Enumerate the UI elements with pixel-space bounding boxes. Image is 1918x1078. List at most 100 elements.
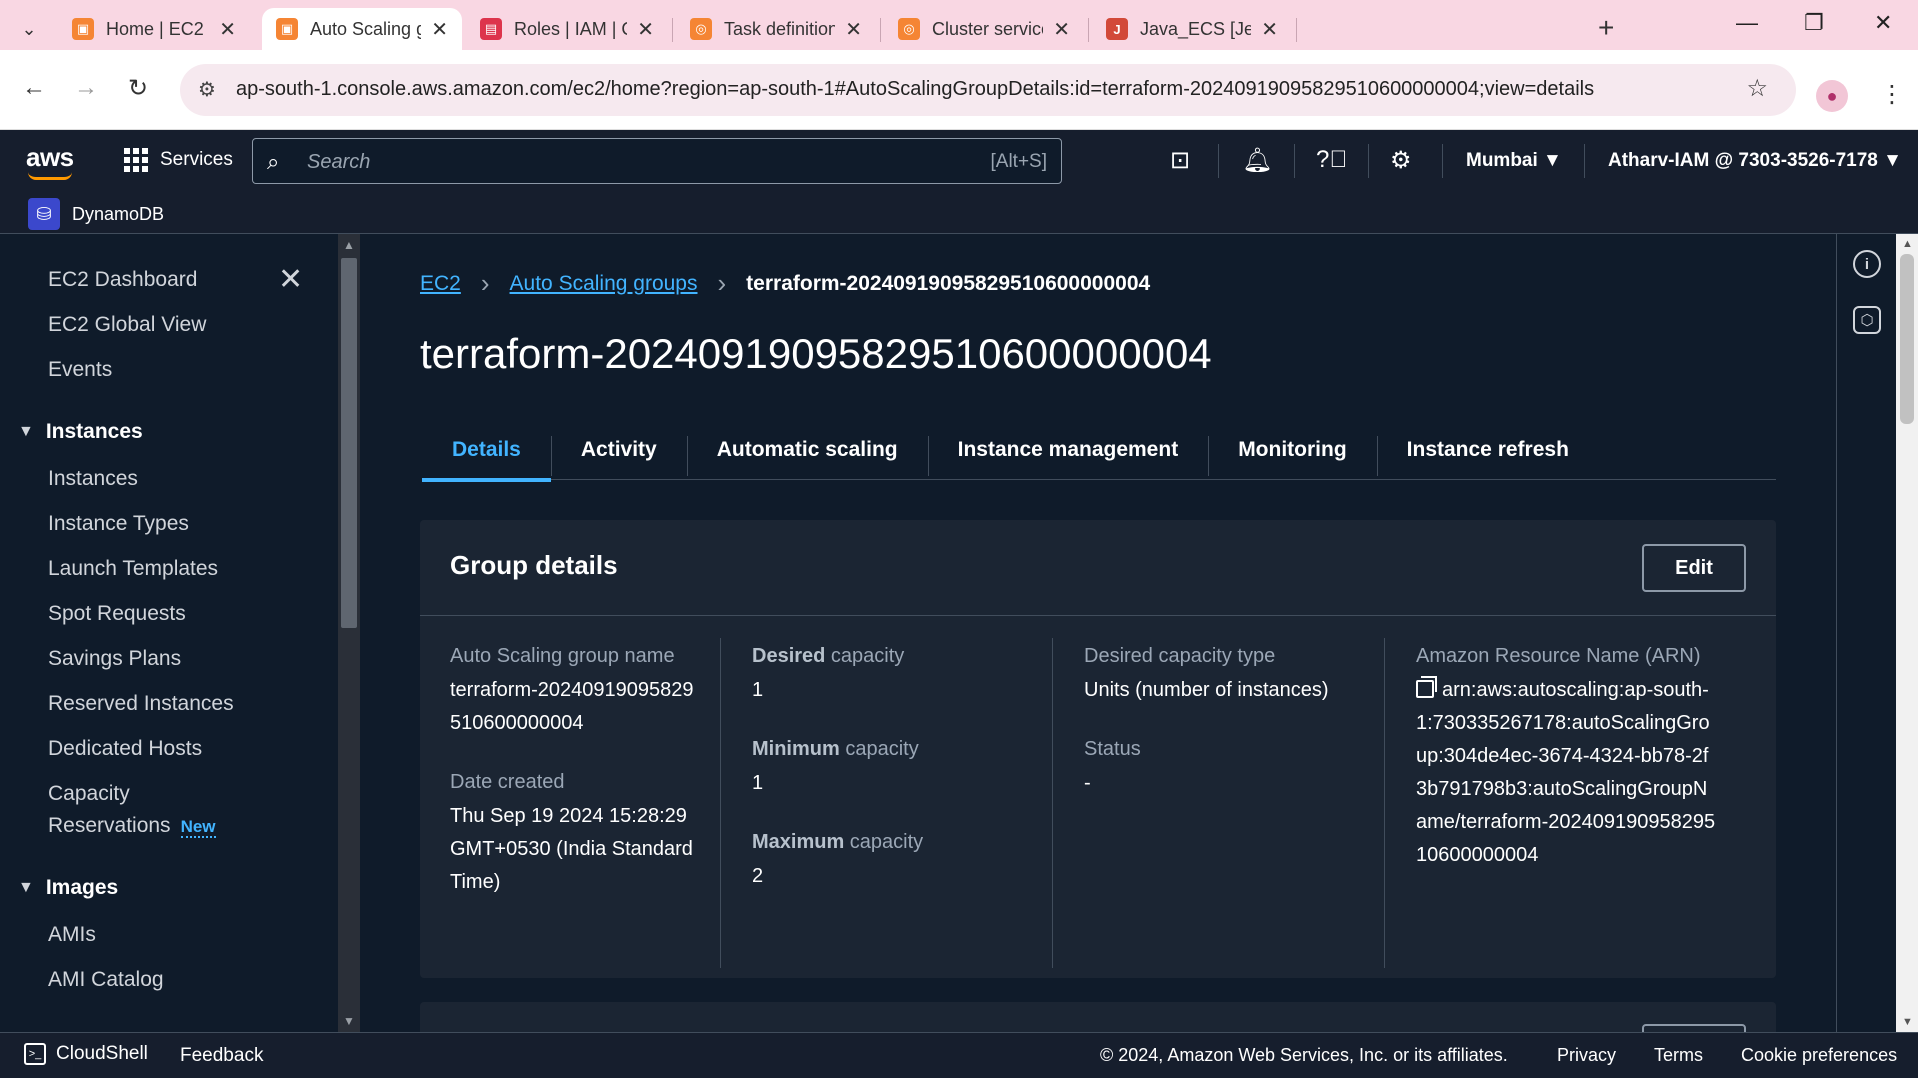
site-info-icon[interactable]: ⚙ [198, 77, 216, 102]
tab-automatic-scaling[interactable]: Automatic scaling [686, 420, 928, 480]
help-icon[interactable]: ?⃝ [1316, 146, 1347, 174]
nav-capacity-reservations[interactable]: Capacity Reservations New [48, 782, 216, 838]
browser-tab-bar: ⌄ ▣ Home | EC2 | ap-so ✕ ▣ Auto Scaling … [0, 0, 1918, 50]
scroll-up-icon[interactable]: ▲ [1902, 238, 1913, 250]
close-icon[interactable]: ✕ [1053, 17, 1070, 42]
settings-gear-icon[interactable]: ⚙ [1390, 146, 1412, 175]
tab-monitoring[interactable]: Monitoring [1208, 420, 1376, 480]
edit-button[interactable]: Edit [1642, 544, 1746, 592]
nav-spot-requests[interactable]: Spot Requests [48, 602, 186, 626]
privacy-link[interactable]: Privacy [1557, 1045, 1616, 1066]
search-icon: ⌕ [267, 149, 280, 174]
arn-text: arn:aws:autoscaling:ap-south-1:730335267… [1416, 679, 1716, 866]
chevron-right-icon: › [717, 268, 727, 298]
nav-reserved-instances[interactable]: Reserved Instances [48, 692, 234, 716]
search-shortcut: [Alt+S] [990, 151, 1048, 172]
nav-section-images[interactable]: ▼ Images [18, 876, 118, 900]
status-value: - [1084, 772, 1091, 794]
browser-tab-home-ec2[interactable]: ▣ Home | EC2 | ap-so ✕ [58, 8, 250, 50]
console-footer: >_ CloudShell Feedback © 2024, Amazon We… [0, 1032, 1918, 1078]
panel-button[interactable] [1642, 1024, 1746, 1032]
page-scrollbar[interactable]: ▲ ▼ [1896, 234, 1918, 1032]
breadcrumb-current: terraform-20240919095829510600000004 [746, 271, 1151, 295]
cookie-preferences-link[interactable]: Cookie preferences [1741, 1045, 1897, 1066]
browser-tab-jenkins[interactable]: J Java_ECS [Jenkins] ✕ [1092, 8, 1292, 50]
breadcrumb: EC2 › Auto Scaling groups › terraform-20… [420, 268, 1150, 299]
favorite-label: DynamoDB [72, 203, 165, 224]
nav-events[interactable]: Events [48, 358, 112, 382]
grid-icon [124, 148, 148, 172]
close-icon[interactable]: ✕ [637, 17, 654, 42]
browser-tab-task-definitions[interactable]: ◎ Task definitions | El ✕ [676, 8, 876, 50]
terms-link[interactable]: Terms [1654, 1045, 1703, 1066]
nav-instances[interactable]: Instances [48, 467, 138, 491]
new-tab-plus-icon[interactable]: + [1598, 12, 1614, 44]
tab-search-chevron-icon[interactable]: ⌄ [10, 10, 48, 48]
group-details-panel: Group details Edit Auto Scaling group na… [420, 520, 1776, 978]
close-nav-icon[interactable]: ✕ [278, 262, 303, 297]
address-bar[interactable]: ⚙ ap-south-1.console.aws.amazon.com/ec2/… [180, 64, 1796, 116]
nav-section-instances[interactable]: ▼ Instances [18, 420, 143, 444]
new-badge: New [180, 817, 216, 838]
tab-title: Home | EC2 | ap-so [106, 18, 209, 39]
close-icon[interactable]: ✕ [431, 17, 448, 42]
forward-arrow-icon[interactable]: → [74, 74, 98, 102]
scrollbar-thumb[interactable] [1900, 254, 1914, 424]
close-icon[interactable]: ✕ [219, 17, 236, 42]
tab-instance-management[interactable]: Instance management [927, 420, 1209, 480]
restore-icon[interactable]: ❐ [1804, 10, 1824, 36]
favorite-dynamodb[interactable]: ⛁ DynamoDB [28, 198, 164, 230]
feedback-link[interactable]: Feedback [180, 1045, 263, 1067]
scrollbar-thumb[interactable] [341, 258, 357, 628]
minimize-icon[interactable]: — [1736, 10, 1758, 36]
reload-icon[interactable]: ↻ [128, 74, 148, 103]
right-utility-rail: i ⬡ [1836, 234, 1896, 1032]
copy-icon[interactable] [1416, 676, 1437, 698]
field-label: Desired capacity [752, 645, 905, 667]
nav-launch-templates[interactable]: Launch Templates [48, 557, 218, 581]
aws-logo-text: aws [26, 142, 74, 172]
info-icon[interactable]: i [1853, 250, 1881, 278]
cloudshell-icon[interactable]: ⊡ [1170, 146, 1190, 175]
nav-ec2-dashboard[interactable]: EC2 Dashboard [48, 268, 197, 292]
nav-label-line2: Reservations [48, 814, 171, 837]
aws-logo[interactable]: aws [26, 142, 74, 180]
breadcrumb-ec2[interactable]: EC2 [420, 272, 461, 296]
profile-avatar-icon[interactable]: ● [1816, 80, 1848, 112]
sidenav-scrollbar[interactable]: ▲ ▼ [338, 234, 360, 1032]
close-icon[interactable]: ✕ [1261, 17, 1278, 42]
tab-instance-refresh[interactable]: Instance refresh [1376, 420, 1599, 480]
notifications-bell-icon[interactable]: 🔔︎ [1242, 146, 1272, 175]
ec2-icon: ▣ [276, 18, 298, 40]
browser-tab-roles-iam[interactable]: ▤ Roles | IAM | Globa ✕ [466, 8, 668, 50]
nav-instance-types[interactable]: Instance Types [48, 512, 189, 536]
browser-menu-icon[interactable]: ⋮ [1880, 80, 1904, 109]
scroll-down-icon[interactable]: ▼ [1902, 1016, 1913, 1028]
bookmark-star-icon[interactable]: ☆ [1746, 74, 1768, 103]
tab-details[interactable]: Details [422, 420, 551, 482]
account-menu[interactable]: Atharv-IAM @ 7303-3526-7178 ▼ [1608, 150, 1902, 172]
scroll-down-icon[interactable]: ▼ [343, 1014, 355, 1028]
nav-amis[interactable]: AMIs [48, 923, 96, 947]
back-arrow-icon[interactable]: ← [22, 74, 46, 102]
cloudshell-button[interactable]: >_ CloudShell [24, 1043, 148, 1065]
browser-tab-auto-scaling[interactable]: ▣ Auto Scaling group ✕ [262, 8, 462, 50]
scroll-up-icon[interactable]: ▲ [343, 238, 355, 252]
url-text[interactable]: ap-south-1.console.aws.amazon.com/ec2/ho… [236, 78, 1594, 101]
panel-title: Group details [450, 550, 618, 580]
nav-savings-plans[interactable]: Savings Plans [48, 647, 181, 671]
field-label: Maximum capacity [752, 831, 924, 853]
nav-dedicated-hosts[interactable]: Dedicated Hosts [48, 737, 202, 761]
region-selector[interactable]: Mumbai ▼ [1466, 150, 1562, 172]
search-input[interactable]: ⌕ Search [Alt+S] [252, 138, 1062, 184]
nav-ec2-global-view[interactable]: EC2 Global View [48, 313, 206, 337]
main-content: EC2 › Auto Scaling groups › terraform-20… [360, 234, 1836, 1032]
browser-tab-cluster-services[interactable]: ◎ Cluster services | El ✕ [884, 8, 1084, 50]
tab-activity[interactable]: Activity [550, 420, 687, 480]
window-close-icon[interactable]: ✕ [1874, 10, 1892, 36]
hexagon-icon[interactable]: ⬡ [1853, 306, 1881, 334]
services-menu-button[interactable]: Services [124, 148, 233, 172]
close-icon[interactable]: ✕ [845, 17, 862, 42]
breadcrumb-auto-scaling-groups[interactable]: Auto Scaling groups [510, 272, 698, 296]
nav-ami-catalog[interactable]: AMI Catalog [48, 968, 164, 992]
